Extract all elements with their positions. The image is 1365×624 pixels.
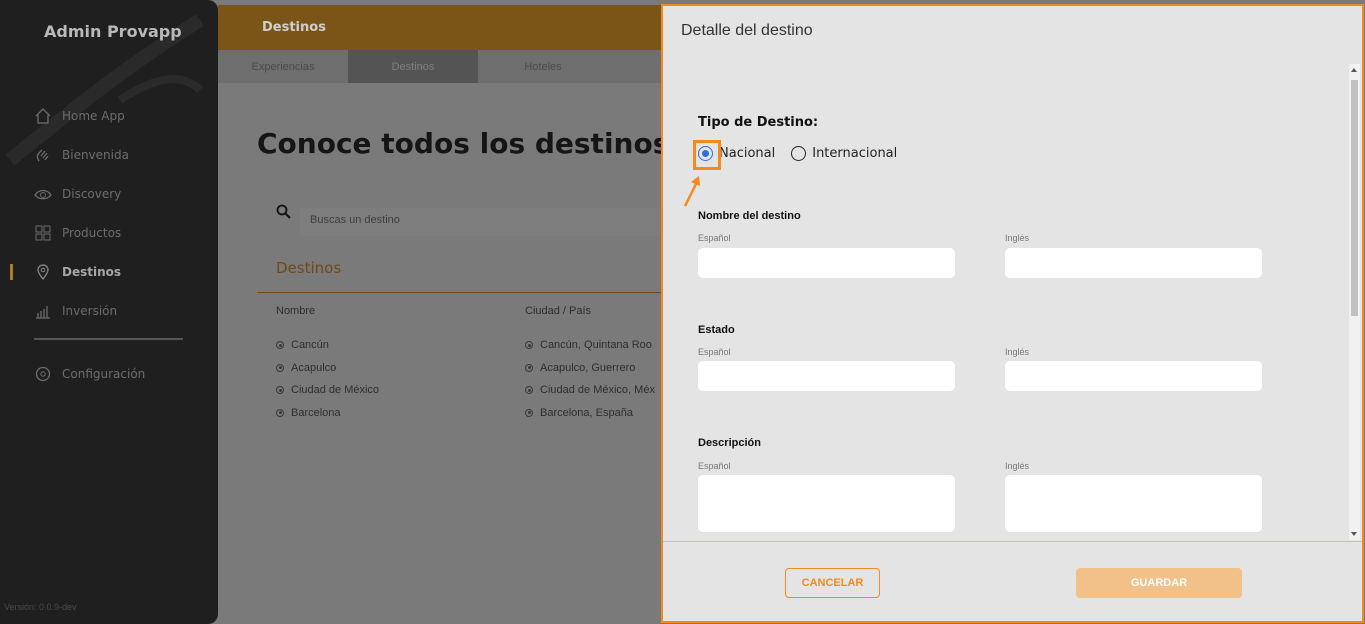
sidebar-item-destinos[interactable]: Destinos: [0, 252, 218, 291]
wave-hand-icon: [34, 146, 52, 164]
sidebar-item-label: Configuración: [62, 366, 146, 381]
pointer-arrow-icon: [683, 176, 700, 207]
sidebar-divider: [34, 338, 183, 340]
destination-type-radio-group: Nacional Internacional: [698, 146, 897, 161]
sub-label-en: Inglés: [1005, 347, 1030, 357]
search-placeholder: Buscas un destino: [310, 214, 400, 226]
destination-name: Ciudad de México: [291, 384, 380, 397]
list-item[interactable]: Ciudad de México, Méx: [525, 379, 655, 402]
list-item[interactable]: Cancún, Quintana Roo: [525, 334, 655, 357]
sidebar-item-label: Bienvenida: [62, 147, 129, 162]
field-label-nombre: Nombre del destino: [698, 210, 801, 222]
list-item[interactable]: Barcelona: [276, 402, 379, 425]
sidebar-item-configuracion[interactable]: Configuración: [0, 354, 218, 393]
bullet-icon: [525, 363, 533, 372]
highlight-box: [693, 140, 721, 170]
descripcion-en-textarea[interactable]: [1005, 475, 1262, 532]
estado-es-input[interactable]: [698, 361, 955, 391]
estado-en-input[interactable]: [1005, 361, 1262, 391]
sidebar-item-productos[interactable]: Productos: [0, 213, 218, 252]
sidebar-item-label: Productos: [62, 225, 122, 240]
section-divider: [257, 292, 665, 293]
sub-label-en: Inglés: [1005, 461, 1030, 471]
sidebar-item-label: Home App: [62, 108, 125, 123]
tab-destinos[interactable]: Destinos: [348, 50, 478, 83]
sidebar: Admin Provapp Home App Bienvenida Discov…: [0, 0, 218, 624]
destinations-city-list: Cancún, Quintana Roo Acapulco, Guerrero …: [525, 334, 655, 424]
bullet-icon: [276, 408, 284, 417]
app-root: Admin Provapp Home App Bienvenida Discov…: [0, 0, 1365, 624]
column-header-ciudad: Ciudad / País: [525, 305, 592, 317]
sidebar-item-inversion[interactable]: Inversión: [0, 291, 218, 330]
radio-internacional-label[interactable]: Internacional: [812, 146, 897, 161]
sub-label-es: Español: [698, 347, 731, 357]
bullet-icon: [525, 341, 533, 350]
scroll-thumb[interactable]: [1351, 80, 1358, 316]
radio-internacional[interactable]: [791, 146, 807, 161]
list-item[interactable]: Acapulco: [276, 357, 379, 380]
field-label-descripcion: Descripción: [698, 437, 761, 449]
bullet-icon: [276, 363, 284, 372]
destination-city: Cancún, Quintana Roo: [540, 339, 652, 352]
brand-title: Admin Provapp: [44, 22, 182, 41]
bullet-icon: [525, 408, 533, 417]
destination-city: Acapulco, Guerrero: [540, 361, 636, 374]
tab-hoteles[interactable]: Hoteles: [478, 50, 608, 83]
destination-city: Ciudad de México, Méx: [540, 384, 655, 397]
field-label-estado: Estado: [698, 324, 735, 336]
modal-title: Detalle del destino: [681, 22, 813, 39]
topbar: Destinos: [218, 5, 665, 50]
save-button[interactable]: GUARDAR: [1076, 568, 1242, 598]
modal-footer-divider: [663, 541, 1362, 542]
sub-label-es: Español: [698, 461, 731, 471]
destinations-name-list: Cancún Acapulco Ciudad de México Barcelo…: [276, 334, 379, 424]
eye-icon: [34, 185, 52, 203]
column-header-nombre: Nombre: [276, 305, 316, 317]
grid-icon: [34, 224, 52, 242]
destination-type-label: Tipo de Destino:: [698, 115, 819, 130]
location-pin-icon: [34, 263, 52, 281]
cancel-button[interactable]: CANCELAR: [785, 568, 880, 598]
search-icon: [276, 204, 292, 225]
gear-icon: [34, 365, 52, 383]
version-text: Versión: 0.0.9-dev: [4, 602, 77, 612]
destination-name: Cancún: [291, 339, 329, 352]
bar-chart-icon: [34, 302, 52, 320]
list-item[interactable]: Ciudad de México: [276, 379, 379, 402]
bullet-icon: [276, 386, 284, 395]
section-title: Destinos: [276, 259, 342, 277]
scroll-up-icon[interactable]: [1351, 68, 1357, 72]
sidebar-item-discovery[interactable]: Discovery: [0, 174, 218, 213]
destination-detail-modal: Detalle del destino Tipo de Destino: Nac…: [661, 4, 1364, 623]
bullet-icon: [525, 386, 533, 395]
scroll-down-icon[interactable]: [1351, 532, 1357, 536]
sub-label-en: Inglés: [1005, 233, 1030, 243]
list-item[interactable]: Acapulco, Guerrero: [525, 357, 655, 380]
nombre-es-input[interactable]: [698, 248, 955, 278]
modal-scrollbar[interactable]: [1349, 64, 1360, 540]
tab-experiencias[interactable]: Experiencias: [218, 50, 348, 83]
sidebar-item-label: Inversión: [62, 303, 118, 318]
destination-name: Acapulco: [291, 361, 337, 374]
destination-name: Barcelona: [291, 406, 341, 419]
sidebar-item-label: Destinos: [62, 264, 122, 279]
topbar-title: Destinos: [262, 20, 326, 35]
sidebar-item-home-app[interactable]: Home App: [0, 96, 218, 135]
home-icon: [34, 107, 52, 125]
sub-label-es: Español: [698, 233, 731, 243]
page-heading: Conoce todos los destinos q: [257, 127, 700, 160]
radio-nacional-label[interactable]: Nacional: [719, 146, 775, 161]
nombre-en-input[interactable]: [1005, 248, 1262, 278]
sidebar-item-label: Discovery: [62, 186, 122, 201]
tab-bar: Experiencias Destinos Hoteles: [218, 50, 665, 83]
descripcion-es-textarea[interactable]: [698, 475, 955, 532]
sidebar-item-bienvenida[interactable]: Bienvenida: [0, 135, 218, 174]
destination-city: Barcelona, España: [540, 406, 633, 419]
list-item[interactable]: Barcelona, España: [525, 402, 655, 425]
bullet-icon: [276, 341, 284, 350]
list-item[interactable]: Cancún: [276, 334, 379, 357]
sidebar-nav: Home App Bienvenida Discovery Productos: [0, 96, 218, 330]
